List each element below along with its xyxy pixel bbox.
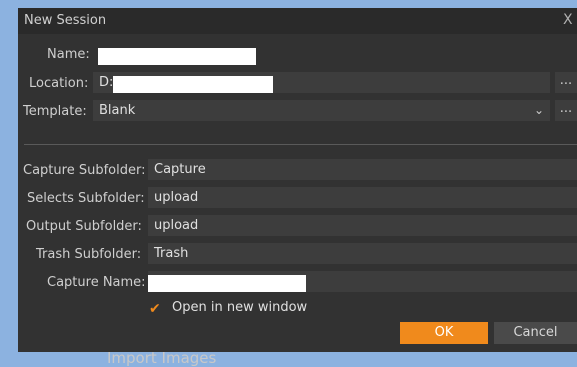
new-session-dialog: New Session X Name: Location: D:\ ... Te… xyxy=(18,8,577,352)
location-redaction xyxy=(113,76,273,93)
open-new-window-label[interactable]: Open in new window xyxy=(172,300,307,315)
output-subfolder-field[interactable]: upload xyxy=(148,215,577,236)
trash-subfolder-field[interactable]: Trash xyxy=(148,243,577,264)
selects-subfolder-field[interactable]: upload xyxy=(148,187,577,208)
trash-subfolder-value: Trash xyxy=(154,246,189,261)
open-new-window-checkbox[interactable]: ✔ xyxy=(149,302,164,317)
location-browse-button[interactable]: ... xyxy=(555,72,577,93)
capture-name-label: Capture Name: xyxy=(47,275,146,290)
output-subfolder-label: Output Subfolder: xyxy=(26,219,142,234)
selects-subfolder-value: upload xyxy=(154,190,199,205)
output-subfolder-value: upload xyxy=(154,218,199,233)
cancel-button[interactable]: Cancel xyxy=(494,322,577,344)
template-label: Template: xyxy=(23,104,87,119)
selects-subfolder-label: Selects Subfolder: xyxy=(27,191,145,206)
capture-name-redaction xyxy=(148,275,306,292)
capture-subfolder-label: Capture Subfolder: xyxy=(23,163,146,178)
section-divider xyxy=(24,144,577,145)
trash-subfolder-label: Trash Subfolder: xyxy=(36,247,142,262)
chevron-down-icon: ⌄ xyxy=(533,103,544,117)
template-select[interactable]: Blank ⌄ xyxy=(93,100,550,121)
close-icon[interactable]: X xyxy=(563,12,577,28)
template-browse-button[interactable]: ... xyxy=(555,100,577,121)
template-value: Blank xyxy=(99,103,136,118)
name-label: Name: xyxy=(47,47,90,62)
name-field[interactable] xyxy=(98,48,256,65)
dialog-titlebar: New Session X xyxy=(18,8,577,34)
dialog-title: New Session xyxy=(24,13,107,28)
location-label: Location: xyxy=(29,76,89,91)
ok-button[interactable]: OK xyxy=(400,322,488,344)
capture-subfolder-field[interactable]: Capture xyxy=(148,159,577,180)
capture-subfolder-value: Capture xyxy=(154,162,206,177)
